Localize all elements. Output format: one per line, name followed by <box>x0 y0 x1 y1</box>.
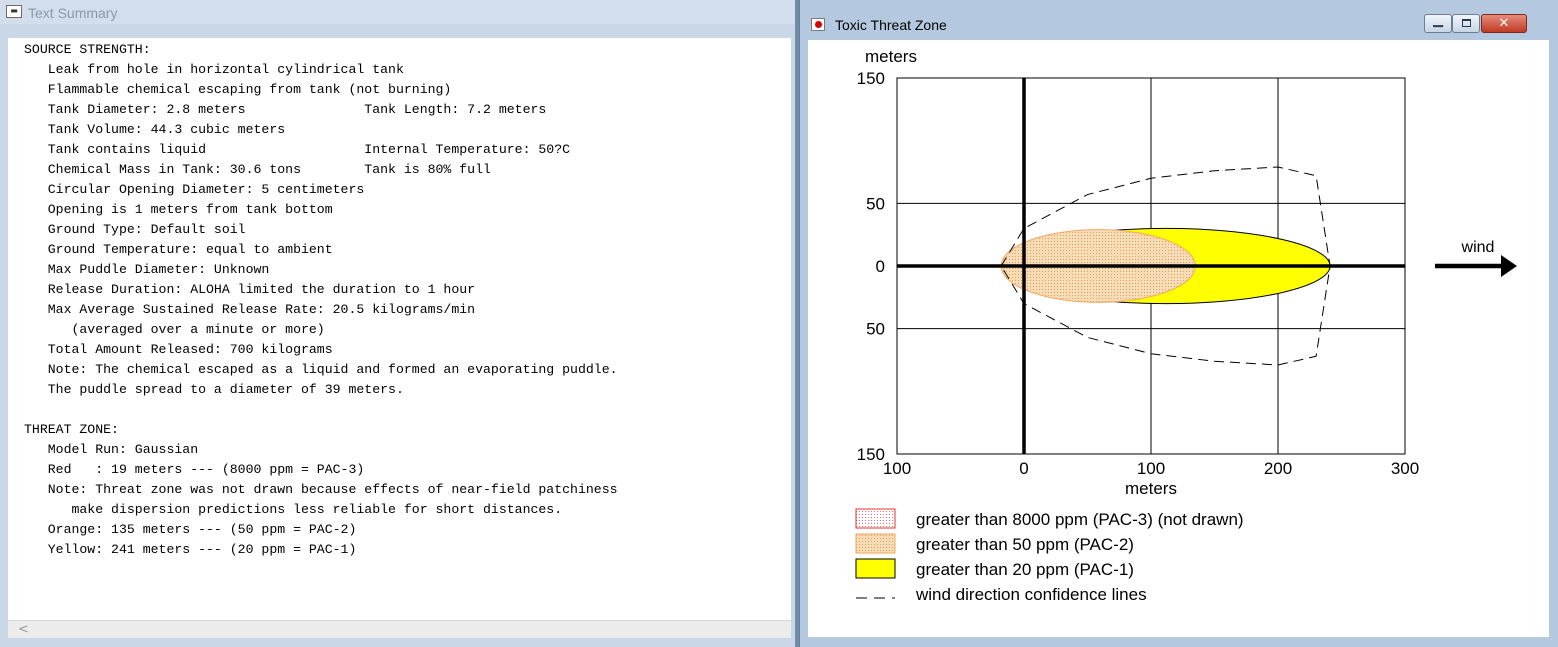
legend-swatch-pac3 <box>855 508 896 529</box>
summary-line: make dispersion predictions less reliabl… <box>24 502 563 517</box>
summary-line: Ground Temperature: equal to ambient <box>24 242 333 257</box>
text-summary-titlebar[interactable]: ▬ Text Summary <box>0 0 795 24</box>
aloha-app-icon <box>811 18 825 31</box>
summary-line: SOURCE STRENGTH: <box>24 42 151 57</box>
window-title: Text Summary <box>28 5 118 21</box>
wind-arrow-icon <box>1501 255 1517 277</box>
maximize-button[interactable] <box>1452 14 1480 33</box>
summary-text: SOURCE STRENGTH: Leak from hole in horiz… <box>8 38 791 560</box>
summary-line: Red : 19 meters --- (8000 ppm = PAC-3) <box>24 462 365 477</box>
close-icon: ✕ <box>1498 16 1510 31</box>
x-axis-title: meters <box>1125 479 1177 498</box>
summary-line: THREAT ZONE: <box>24 422 119 437</box>
summary-line: Max Puddle Diameter: Unknown <box>24 262 270 277</box>
x-tick-label: 300 <box>1391 459 1419 478</box>
summary-line: Model Run: Gaussian <box>24 442 199 457</box>
y-tick-label: 50 <box>866 320 885 339</box>
summary-line: Leak from hole in horizontal cylindrical… <box>24 62 404 77</box>
y-axis-title: meters <box>865 47 917 66</box>
x-tick-label: 100 <box>1137 459 1165 478</box>
legend-swatch-pac1 <box>855 558 896 579</box>
summary-line: Tank contains liquid Internal Temperatur… <box>24 142 571 157</box>
legend-label: greater than 20 ppm (PAC-1) <box>916 560 1134 579</box>
legend-label: greater than 50 ppm (PAC-2) <box>916 535 1134 554</box>
text-summary-window: ▬ Text Summary SOURCE STRENGTH: Leak fro… <box>0 0 796 647</box>
summary-line: Chemical Mass in Tank: 30.6 tons Tank is… <box>24 162 491 177</box>
wind-label: wind <box>1461 239 1495 256</box>
legend-swatch-pac2 <box>855 533 896 554</box>
scroll-left-icon[interactable]: < <box>18 621 29 638</box>
y-tick-label: 50 <box>866 194 885 213</box>
minimize-button[interactable]: ▁ <box>1424 14 1452 33</box>
threat-zone-chart: 15050050150100 0 100 200 300metersmeterswind… <box>855 47 1517 604</box>
legend-label: greater than 8000 ppm (PAC-3) (not drawn… <box>916 510 1244 529</box>
summary-line: Opening is 1 meters from tank bottom <box>24 202 333 217</box>
summary-line: Max Average Sustained Release Rate: 20.5… <box>24 302 476 317</box>
threat-zone-plot-area: 150 50 0 50 150 100 0 100 200 300 meters meters wind… <box>808 40 1549 637</box>
threat-zone-titlebar[interactable]: Toxic Threat Zone ▁ ✕ <box>800 0 1558 36</box>
summary-line: The puddle spread to a diameter of 39 me… <box>24 382 404 397</box>
summary-line: Orange: 135 meters --- (50 ppm = PAC-2) <box>24 522 357 537</box>
summary-line: Circular Opening Diameter: 5 centimeters <box>24 182 365 197</box>
close-button[interactable]: ✕ <box>1481 14 1527 33</box>
text-document-icon: ▬ <box>6 5 22 18</box>
summary-line: Total Amount Released: 700 kilograms <box>24 342 333 357</box>
summary-panel[interactable]: SOURCE STRENGTH: Leak from hole in horiz… <box>8 38 791 620</box>
summary-line: Yellow: 241 meters --- (20 ppm = PAC-1) <box>24 542 357 557</box>
y-tick-label: 150 <box>857 69 885 88</box>
y-tick-label: 150 <box>857 445 885 464</box>
summary-line: Note: The chemical escaped as a liquid a… <box>24 362 618 377</box>
summary-line: Release Duration: ALOHA limited the dura… <box>24 282 476 297</box>
summary-line: Note: Threat zone was not drawn because … <box>24 482 618 497</box>
window-title: Toxic Threat Zone <box>835 17 947 33</box>
y-tick-label: 0 <box>876 257 885 276</box>
summary-line: Tank Diameter: 2.8 meters Tank Length: 7… <box>24 102 547 117</box>
x-tick-label: 100 <box>883 459 911 478</box>
maximize-icon <box>1462 19 1471 27</box>
summary-line: Flammable chemical escaping from tank (n… <box>24 82 452 97</box>
horizontal-scrollbar[interactable]: < <box>8 620 791 638</box>
minimize-icon: ▁ <box>1433 13 1443 28</box>
x-tick-label: 200 <box>1264 459 1292 478</box>
summary-line: Tank Volume: 44.3 cubic meters <box>24 122 286 137</box>
toxic-threat-zone-window: Toxic Threat Zone ▁ ✕ 150 50 0 50 150 100 0 100… <box>799 0 1558 647</box>
x-tick-label: 0 <box>1019 459 1028 478</box>
summary-line: (averaged over a minute or more) <box>24 322 325 337</box>
legend-label: wind direction confidence lines <box>915 585 1147 604</box>
summary-line: Ground Type: Default soil <box>24 222 246 237</box>
